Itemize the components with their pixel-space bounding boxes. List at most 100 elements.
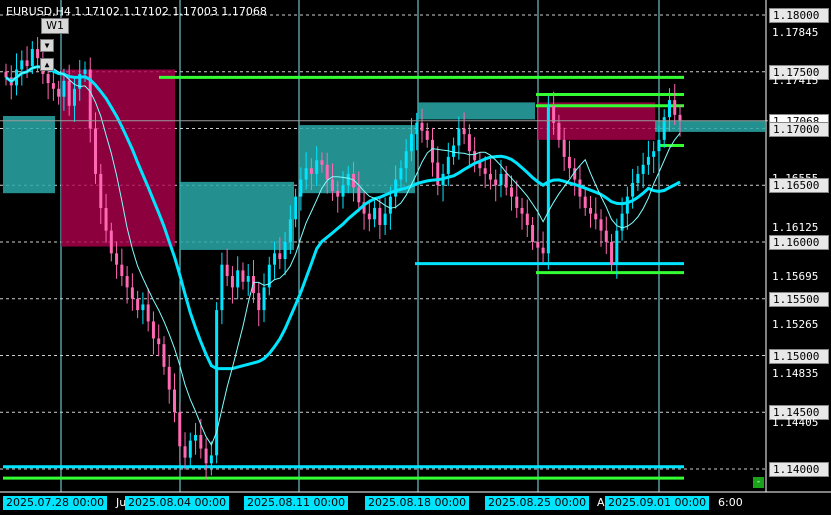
candle-body xyxy=(204,448,208,464)
demand-zone xyxy=(418,102,535,120)
candle-body xyxy=(130,287,134,299)
candle-body xyxy=(457,128,461,146)
candle-body xyxy=(225,264,229,277)
candle-body xyxy=(173,389,176,413)
candle-body xyxy=(83,69,87,75)
price-label: 1.16000 xyxy=(769,235,829,250)
candle-body xyxy=(46,74,50,84)
candle-body xyxy=(62,80,66,97)
candle-body xyxy=(299,179,303,197)
timeframe-down-icon[interactable]: ▼ xyxy=(40,39,54,52)
price-label: 1.16500 xyxy=(769,178,829,194)
price-label: 1.14000 xyxy=(769,462,829,477)
candle-body xyxy=(625,196,629,214)
candle-body xyxy=(183,446,187,458)
candle-body xyxy=(673,100,677,115)
candle-body xyxy=(20,60,24,70)
candle-body xyxy=(99,173,103,208)
candle-body xyxy=(494,179,498,186)
candle-body xyxy=(536,242,540,248)
candle-body xyxy=(136,298,140,311)
chart-window[interactable]: EURUSD,H4 1.17102 1.17102 1.17003 1.1706… xyxy=(0,0,831,515)
candle-body xyxy=(330,179,334,191)
candle-body xyxy=(67,80,71,106)
candle-body xyxy=(294,196,298,220)
timeframe-up-icon[interactable]: ▲ xyxy=(40,58,54,71)
candle-body xyxy=(336,190,340,197)
candle-body xyxy=(257,293,261,311)
candle-body xyxy=(273,253,277,265)
time-label: 2025.07.28 00:00 xyxy=(3,496,108,510)
candle-body xyxy=(325,164,329,180)
candle-body xyxy=(394,179,398,197)
time-label: 2025.08.04 00:00 xyxy=(125,496,230,510)
candle-body xyxy=(520,207,524,214)
price-label: 1.15500 xyxy=(769,291,829,307)
price-label: 1.15000 xyxy=(769,348,829,364)
candle-body xyxy=(320,160,324,165)
time-label: 2025.08.25 00:00 xyxy=(485,496,590,510)
candle-body xyxy=(404,151,408,169)
candle-body xyxy=(230,276,234,288)
candle-body xyxy=(162,344,166,367)
candle-body xyxy=(194,434,198,441)
candle-body xyxy=(157,338,161,345)
candle-body xyxy=(151,321,155,339)
candle-body xyxy=(436,162,440,186)
time-label: 2025.08.18 00:00 xyxy=(365,496,470,510)
candle-body xyxy=(641,164,645,174)
candle-body xyxy=(283,242,287,260)
candle-body xyxy=(667,100,671,118)
candle-body xyxy=(378,207,382,225)
price-label: 1.17415 xyxy=(772,74,819,88)
candle-body xyxy=(409,134,413,152)
candle-body xyxy=(657,139,661,152)
price-label: 1.17000 xyxy=(769,121,829,137)
candle-body xyxy=(199,434,203,449)
candle-body xyxy=(241,270,245,282)
candle-body xyxy=(304,168,308,180)
candle-body xyxy=(483,168,487,174)
price-label: 1.15265 xyxy=(772,318,819,332)
candle-body xyxy=(94,128,98,174)
time-label: 2025.09.01 00:00 xyxy=(605,496,710,510)
candle-body xyxy=(531,224,535,242)
candle-body xyxy=(425,130,429,140)
candle-body xyxy=(541,247,545,254)
candle-body xyxy=(588,207,592,214)
demand-zone xyxy=(3,116,55,194)
autoscroll-toggle-icon[interactable]: - xyxy=(753,477,764,488)
supply-zone xyxy=(61,69,175,247)
candle-body xyxy=(467,134,471,152)
candle-body xyxy=(383,213,387,225)
candle-body xyxy=(346,173,350,186)
price-label: 1.14835 xyxy=(772,367,819,381)
candle-body xyxy=(57,88,61,97)
demand-zone xyxy=(180,181,294,250)
candle-body xyxy=(415,122,419,135)
candle-body xyxy=(104,207,108,231)
price-label: 1.17845 xyxy=(772,25,819,39)
candle-body xyxy=(631,182,635,197)
candle-body xyxy=(120,264,124,277)
timeframe-w1-button[interactable]: W1 xyxy=(41,18,69,34)
price-label: 1.18000 xyxy=(769,8,829,23)
candle-body xyxy=(36,49,40,59)
symbol-ohlc-header: EURUSD,H4 1.17102 1.17102 1.17003 1.1706… xyxy=(6,5,267,18)
candle-body xyxy=(262,287,266,311)
time-label: A xyxy=(597,496,605,509)
timeframe-arrows: ▼▲ xyxy=(40,33,70,71)
candle-body xyxy=(446,156,450,174)
candle-body xyxy=(188,440,192,458)
candle-body xyxy=(567,156,571,169)
candle-body xyxy=(246,276,250,282)
candle-body xyxy=(604,230,608,242)
price-chart[interactable] xyxy=(0,0,831,515)
candle-body xyxy=(167,366,171,390)
candle-body xyxy=(309,168,313,174)
candle-body xyxy=(473,151,477,161)
candle-body xyxy=(367,213,371,220)
candle-body xyxy=(278,253,282,260)
candle-body xyxy=(525,213,529,225)
candle-body xyxy=(452,145,456,157)
